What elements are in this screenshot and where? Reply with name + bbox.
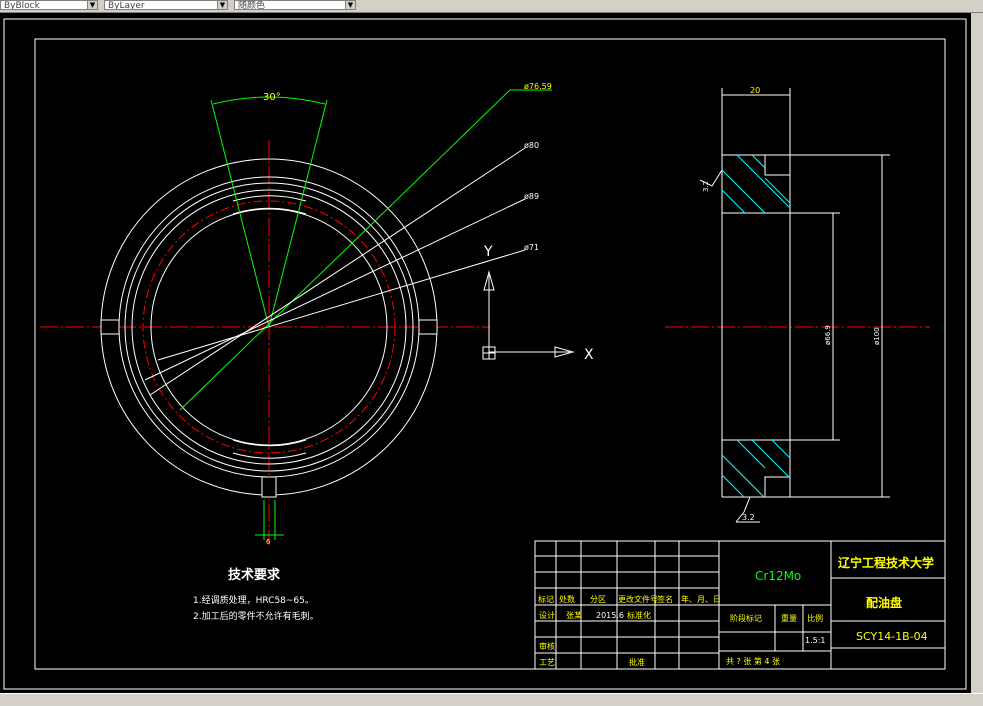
section-hatch-top <box>721 154 791 214</box>
tech-req-title: 技术要求 <box>228 567 281 583</box>
angle-ext-line-right <box>268 99 328 328</box>
svg-text:共 ? 张 第 4 张: 共 ? 张 第 4 张 <box>726 656 780 666</box>
properties-toolbar: ByBlock ▼ ByLayer ▼ 随颜色 ▼ <box>0 0 983 13</box>
ucs-y-label: Y <box>483 244 493 260</box>
material-text: Cr12Mo <box>755 569 801 583</box>
notch-left <box>100 319 120 335</box>
leader-d4 <box>157 249 526 361</box>
svg-text:标记: 标记 <box>538 594 554 604</box>
linetype-select[interactable]: ByBlock ▼ <box>0 0 98 10</box>
svg-text:签名: 签名 <box>657 594 673 604</box>
svg-text:阶段标记: 阶段标记 <box>730 613 762 623</box>
frame-border <box>34 38 946 670</box>
tech-req-line1: 1.经调质处理，HRC58~65。 <box>193 594 314 606</box>
outer-dia-dim-text: ø100 <box>873 327 881 345</box>
svg-text:比例: 比例 <box>807 613 823 623</box>
plotstyle-select[interactable]: 随颜色 ▼ <box>234 0 356 10</box>
svg-text:重量: 重量 <box>781 613 797 623</box>
dim-d3-text: ø89 <box>524 192 539 201</box>
slot-dim-text: 6 <box>266 538 271 546</box>
linetype-value: ByBlock <box>4 1 40 10</box>
roughness-2-text: 3.2 <box>742 513 755 522</box>
sheet-border <box>3 18 967 690</box>
angle-ext-line-left <box>210 99 270 328</box>
ucs-icon: Y X <box>482 244 594 363</box>
dim-d2-text: ø80 <box>524 141 539 150</box>
svg-text:处数: 处数 <box>559 594 575 604</box>
leader-d1 <box>179 89 511 411</box>
vertical-scrollbar[interactable] <box>971 13 983 693</box>
svg-text:张某: 张某 <box>566 611 582 620</box>
part-name-text: 配油盘 <box>866 595 902 610</box>
tech-req-line2: 2.加工后的零件不允许有毛刺。 <box>193 610 319 622</box>
plotstyle-value: 随颜色 <box>238 1 266 10</box>
chevron-down-icon[interactable]: ▼ <box>217 1 227 9</box>
chevron-down-icon[interactable]: ▼ <box>345 1 355 9</box>
width-dim-text: 20 <box>750 86 760 95</box>
leader-d3 <box>144 198 526 381</box>
notch-bottom <box>261 476 277 498</box>
svg-text:分区: 分区 <box>590 595 606 604</box>
front-view: 30° ø76.59 ø80 ø89 ø71 6 <box>40 82 552 546</box>
lineweight-value: ByLayer <box>108 1 145 10</box>
angle-dim-text: 30° <box>263 92 281 103</box>
svg-text:年、月、日: 年、月、日 <box>681 594 721 604</box>
section-view: 20 ø66.9 ø100 3.2 3.2 <box>665 86 930 523</box>
status-bar <box>0 693 983 706</box>
ucs-x-label: X <box>584 347 594 363</box>
lineweight-select[interactable]: ByLayer ▼ <box>104 0 228 10</box>
roughness-1-text: 3.2 <box>702 181 710 192</box>
svg-text:工艺: 工艺 <box>539 658 555 667</box>
svg-text:审核: 审核 <box>539 641 555 651</box>
svg-text:批准: 批准 <box>629 657 645 667</box>
svg-text:标准化: 标准化 <box>627 610 651 620</box>
leader-d2 <box>149 147 526 396</box>
dim-d4-text: ø71 <box>524 243 539 252</box>
drawing-canvas[interactable]: 30° ø76.59 ø80 ø89 ø71 6 Y X 20 ø66.9 ø1… <box>0 13 983 693</box>
chevron-down-icon[interactable]: ▼ <box>87 1 97 9</box>
school-text: 辽宁工程技术大学 <box>838 555 934 570</box>
notch-right <box>418 319 438 335</box>
dim-d1-text: ø76.59 <box>524 82 552 91</box>
inner-dia-dim-text: ø66.9 <box>824 325 832 345</box>
tech-requirements: 技术要求 1.经调质处理，HRC58~65。 2.加工后的零件不允许有毛刺。 <box>193 567 319 622</box>
drawing-no-text: SCY14-1B-04 <box>856 630 928 643</box>
svg-text:1.5:1: 1.5:1 <box>805 636 826 645</box>
svg-text:更改文件号: 更改文件号 <box>618 594 658 604</box>
svg-text:2015.6: 2015.6 <box>596 611 624 620</box>
svg-text:设计: 设计 <box>539 610 555 620</box>
section-hatch-bottom <box>721 439 791 498</box>
